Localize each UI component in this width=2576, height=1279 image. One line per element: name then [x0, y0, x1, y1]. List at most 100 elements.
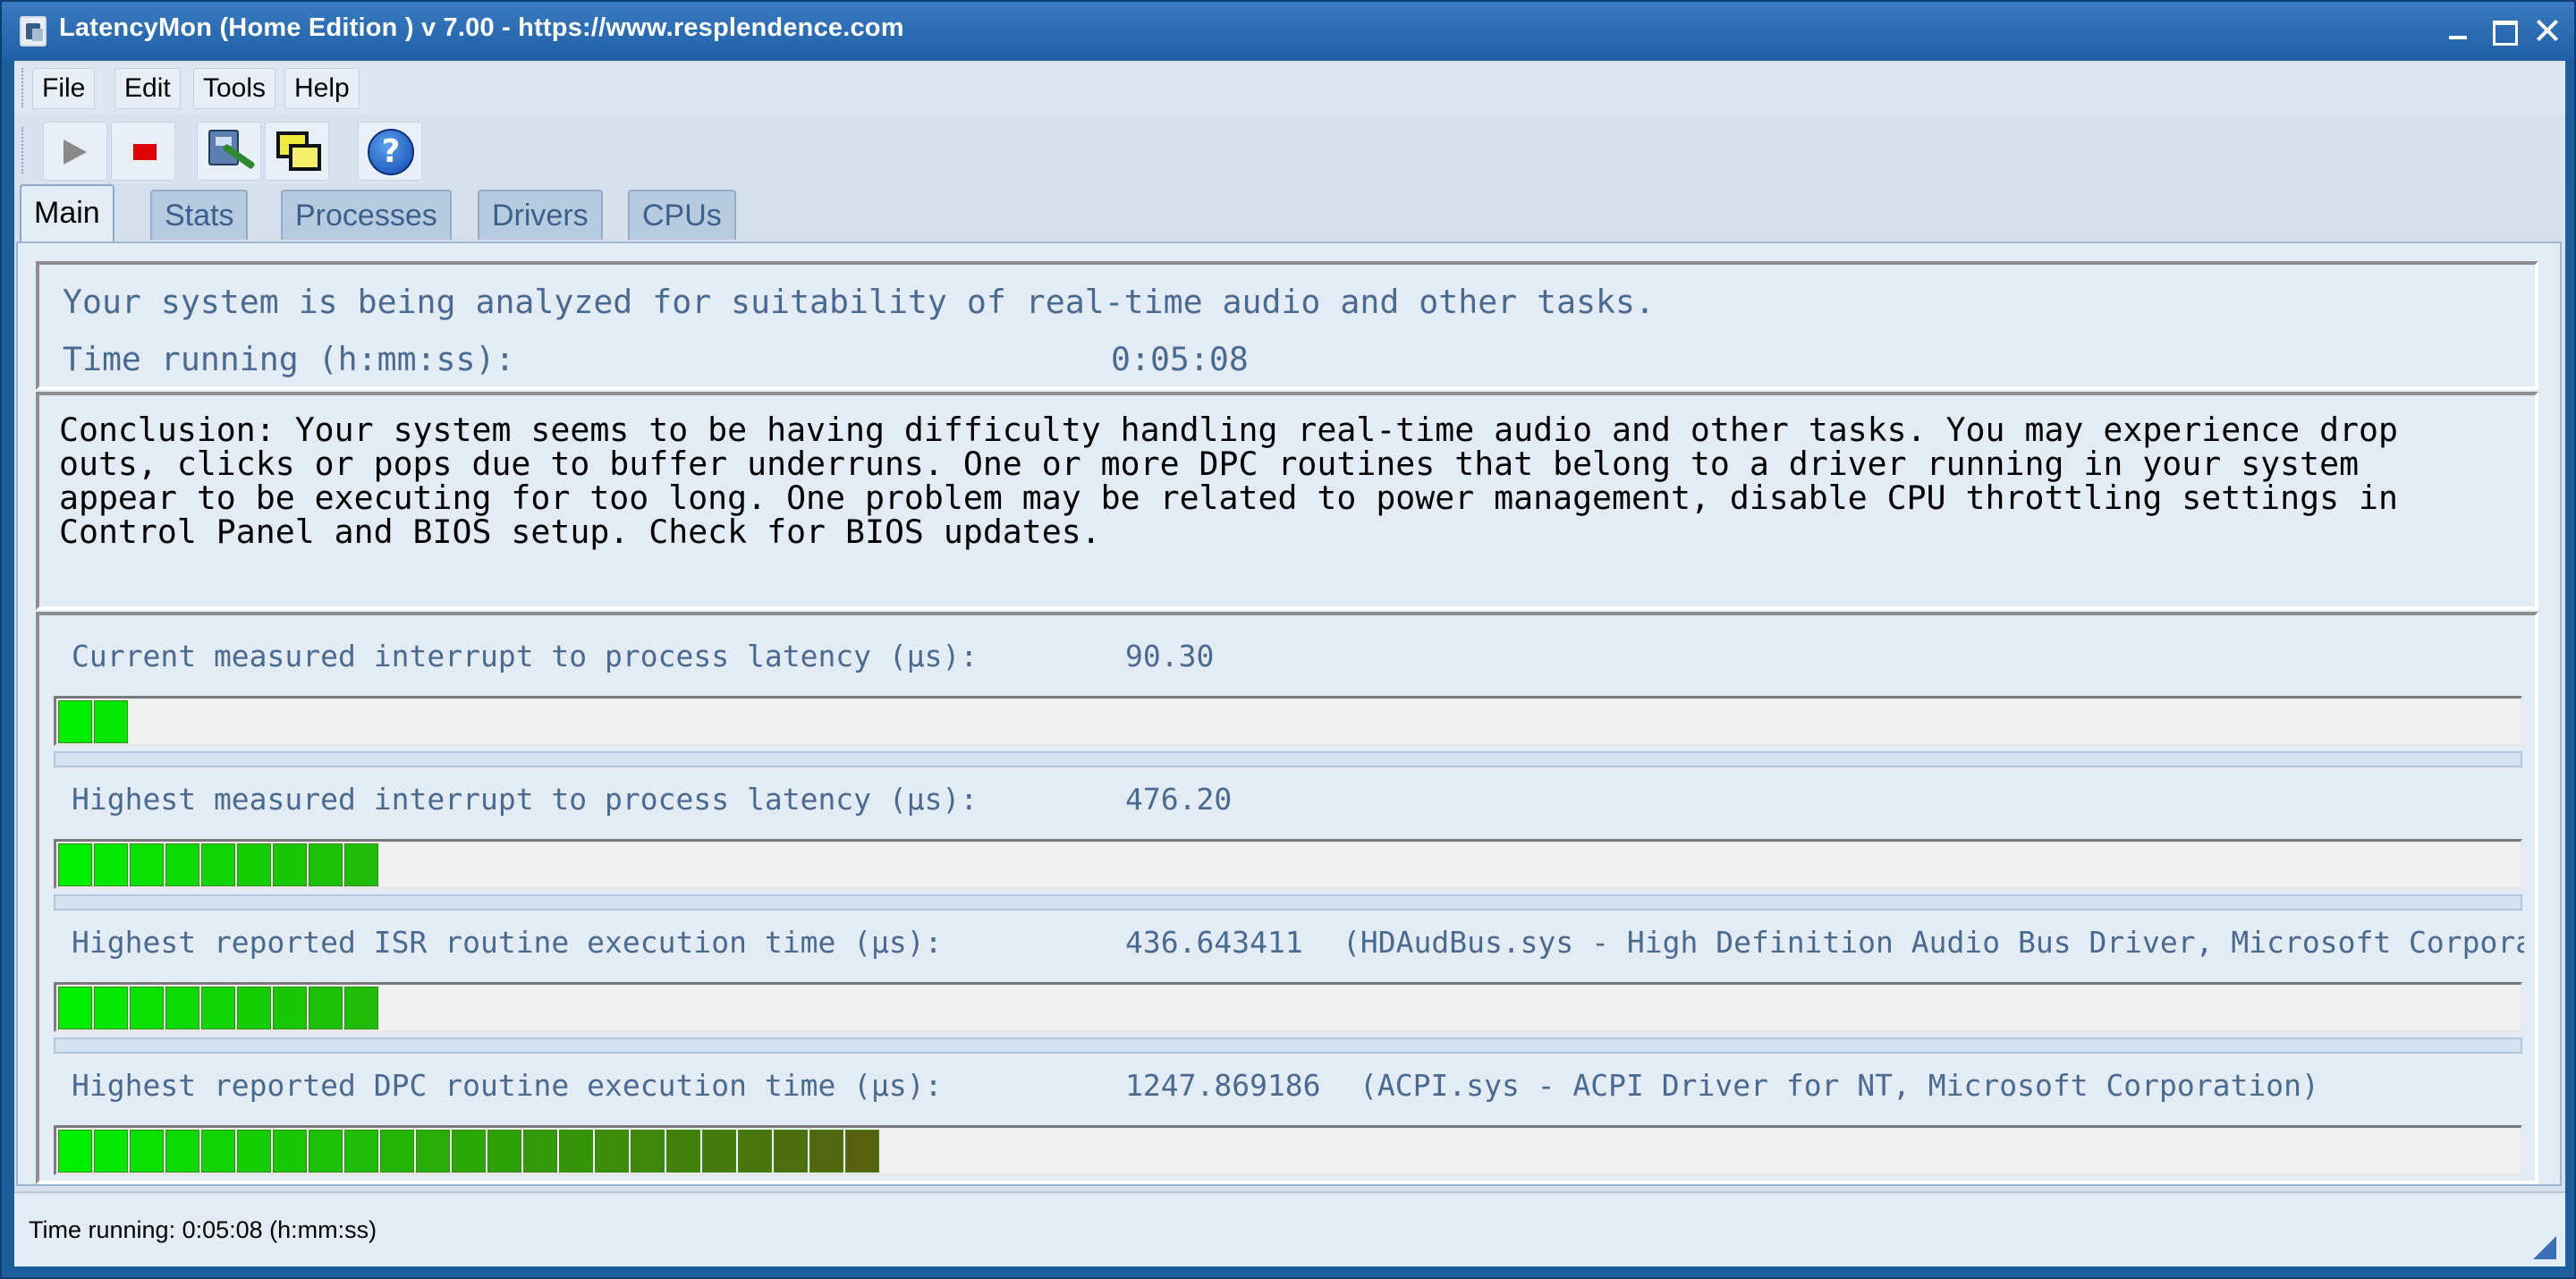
tab-stats[interactable]: Stats — [150, 190, 249, 240]
bar-segment — [631, 1130, 665, 1173]
help-button[interactable]: ? — [358, 122, 422, 181]
menu-grip[interactable] — [21, 68, 25, 107]
bar-segment — [237, 987, 271, 1029]
bar-segment — [309, 843, 343, 886]
bar-segment — [309, 1130, 343, 1173]
bar-segment — [344, 1130, 378, 1173]
minimize-button[interactable] — [2442, 16, 2474, 45]
toolbar-grip[interactable] — [21, 127, 25, 174]
dpc-time-bar-fill — [58, 1130, 881, 1173]
tab-main[interactable]: Main — [20, 184, 114, 241]
help-icon: ? — [368, 129, 414, 175]
play-icon — [64, 140, 87, 165]
menu-help[interactable]: Help — [284, 68, 360, 109]
resize-grip[interactable] — [2533, 1236, 2556, 1259]
menu-file[interactable]: File — [32, 68, 96, 109]
main-panel: Your system is being analyzed for suitab… — [16, 241, 2562, 1186]
bar-segment — [523, 1130, 557, 1173]
current-latency-bar-scrollbar[interactable] — [54, 751, 2522, 767]
bar-segment — [344, 987, 378, 1029]
bar-segment — [487, 1130, 521, 1173]
close-button[interactable] — [2531, 16, 2563, 45]
dpc-time-label: Highest reported DPC routine execution t… — [72, 1068, 943, 1103]
bar-segment — [165, 987, 199, 1029]
start-button[interactable] — [43, 122, 107, 181]
conclusion-text: Conclusion: Your system seems to be havi… — [59, 411, 2399, 551]
bar-segment — [237, 1130, 271, 1173]
dpc-time-bar — [54, 1125, 2522, 1175]
bar-segment — [94, 843, 128, 886]
isr-time-label: Highest reported ISR routine execution t… — [72, 925, 943, 960]
windows-front-icon — [289, 144, 321, 171]
status-bar: Time running: 0:05:08 (h:mm:ss) — [14, 1191, 2565, 1266]
dpc-time-value: 1247.869186 — [1125, 1068, 1321, 1103]
highest-latency-label: Highest measured interrupt to process la… — [72, 782, 979, 817]
bar-segment — [380, 1130, 414, 1173]
current-latency-label: Current measured interrupt to process la… — [72, 639, 979, 673]
report-button[interactable] — [197, 122, 261, 181]
highest-latency-value: 476.20 — [1125, 782, 1233, 817]
title-bar[interactable]: LatencyMon (Home Edition ) v 7.00 - http… — [2, 2, 2574, 61]
bar-segment — [273, 843, 307, 886]
windows-button[interactable] — [265, 122, 329, 181]
tab-processes[interactable]: Processes — [281, 190, 452, 240]
maximize-button[interactable] — [2487, 16, 2519, 46]
bar-segment — [130, 987, 164, 1029]
bar-segment — [58, 700, 92, 743]
menu-edit[interactable]: Edit — [114, 68, 181, 109]
app-icon[interactable] — [20, 16, 47, 47]
bar-segment — [130, 1130, 164, 1173]
bar-segment — [809, 1130, 843, 1173]
bar-segment — [452, 1130, 486, 1173]
analysis-status-text: Your system is being analyzed for suitab… — [63, 283, 1655, 321]
time-running-value: 0:05:08 — [1111, 340, 1249, 378]
bar-segment — [774, 1130, 808, 1173]
current-latency-bar-fill — [58, 700, 130, 743]
toolbar: ? — [14, 116, 2565, 184]
isr-driver-info: (HDAudBus.sys - High Definition Audio Bu… — [1343, 925, 2524, 960]
isr-time-bar-scrollbar[interactable] — [54, 1038, 2522, 1054]
bar-segment — [845, 1130, 879, 1173]
status-text: Time running: 0:05:08 (h:mm:ss) — [29, 1216, 377, 1243]
isr-time-value: 436.643411 — [1125, 925, 1303, 960]
bar-segment — [702, 1130, 736, 1173]
current-latency-bar — [54, 696, 2522, 746]
highest-latency-bar-scrollbar[interactable] — [54, 894, 2522, 911]
metrics-box: Current measured interrupt to process la… — [36, 612, 2538, 1184]
bar-segment — [94, 987, 128, 1029]
bar-segment — [130, 843, 164, 886]
current-latency-value: 90.30 — [1125, 639, 1215, 673]
menu-tools[interactable]: Tools — [193, 68, 276, 109]
bar-segment — [273, 987, 307, 1029]
bar-segment — [201, 843, 235, 886]
dpc-driver-info: (ACPI.sys - ACPI Driver for NT, Microsof… — [1360, 1068, 2319, 1103]
bar-segment — [559, 1130, 593, 1173]
highest-latency-bar — [54, 839, 2522, 889]
conclusion-box: Conclusion: Your system seems to be havi… — [36, 392, 2538, 610]
bar-segment — [595, 1130, 629, 1173]
bar-segment — [58, 843, 92, 886]
app-window: LatencyMon (Home Edition ) v 7.00 - http… — [0, 0, 2576, 1279]
tab-bar: Main Stats Processes Drivers CPUs — [14, 184, 2565, 241]
stop-icon — [133, 144, 157, 160]
analysis-box: Your system is being analyzed for suitab… — [36, 261, 2538, 390]
highest-latency-bar-fill — [58, 843, 380, 886]
bar-segment — [58, 1130, 92, 1173]
bar-segment — [201, 987, 235, 1029]
bar-segment — [273, 1130, 307, 1173]
bar-segment — [666, 1130, 700, 1173]
tab-cpus[interactable]: CPUs — [628, 190, 736, 240]
bar-segment — [738, 1130, 772, 1173]
tab-drivers[interactable]: Drivers — [478, 190, 603, 240]
bar-segment — [309, 987, 343, 1029]
isr-time-bar-fill — [58, 987, 380, 1029]
bar-segment — [416, 1130, 450, 1173]
stop-button[interactable] — [111, 122, 175, 181]
bar-segment — [344, 843, 378, 886]
bar-segment — [237, 843, 271, 886]
isr-time-bar — [54, 982, 2522, 1032]
menu-bar: File Edit Tools Help — [14, 61, 2565, 114]
bar-segment — [201, 1130, 235, 1173]
window-title: LatencyMon (Home Edition ) v 7.00 - http… — [59, 13, 904, 42]
bar-segment — [94, 1130, 128, 1173]
